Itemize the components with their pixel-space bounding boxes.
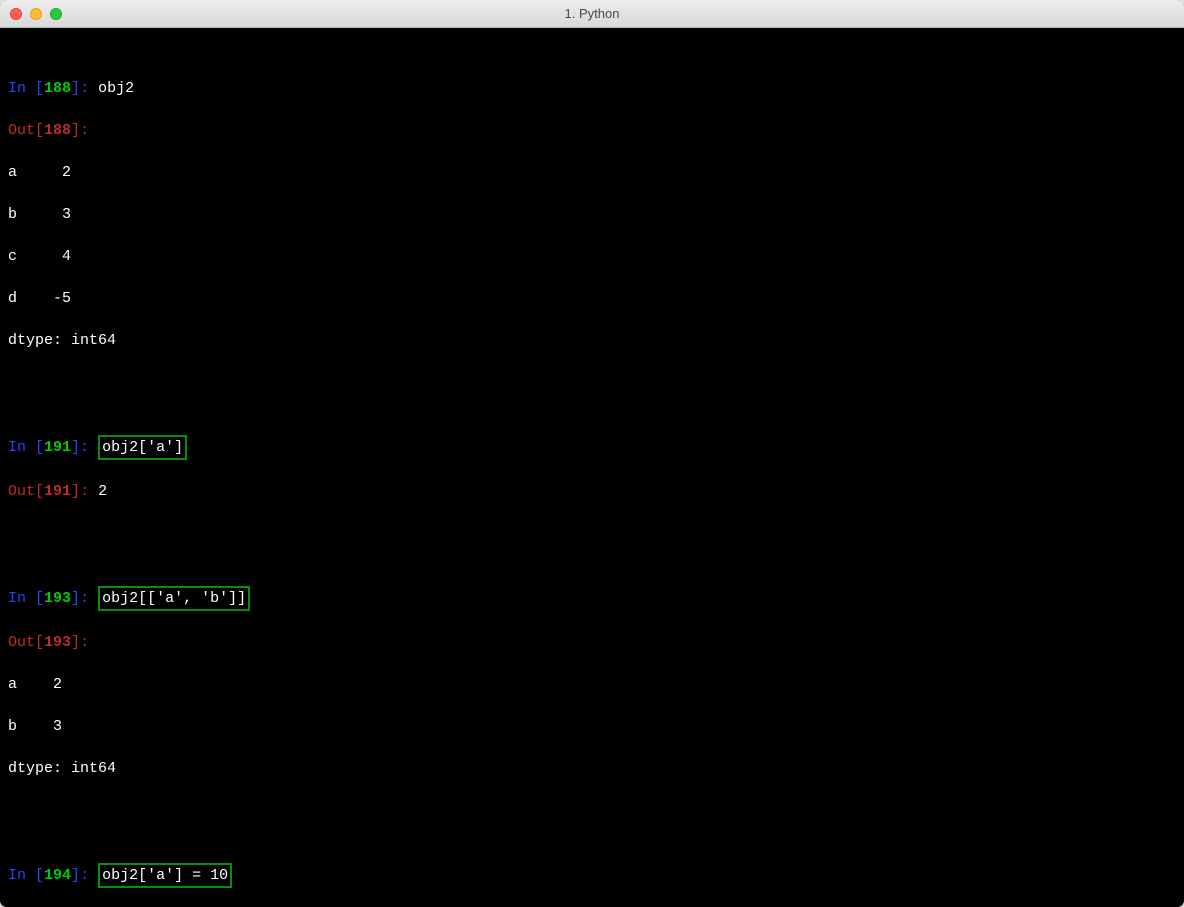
terminal-window: 1. Python In [188]: obj2 Out[188]: a 2 b…	[0, 0, 1184, 907]
output-line: dtype: int64	[8, 758, 1176, 779]
minimize-icon[interactable]	[30, 8, 42, 20]
maximize-icon[interactable]	[50, 8, 62, 20]
cell-in-193: In [193]: obj2[['a', 'b']]	[8, 586, 1176, 611]
highlight-box: obj2['a']	[98, 435, 187, 460]
output-line: b 3	[8, 716, 1176, 737]
output-line: b 3	[8, 204, 1176, 225]
cell-out-193: Out[193]:	[8, 632, 1176, 653]
window-title: 1. Python	[565, 6, 620, 21]
output-line: dtype: int64	[8, 330, 1176, 351]
output-line: a 2	[8, 674, 1176, 695]
cell-in-194: In [194]: obj2['a'] = 10	[8, 863, 1176, 888]
blank	[8, 800, 1176, 821]
blank	[8, 523, 1176, 544]
output-line: c 4	[8, 246, 1176, 267]
output-line: a 2	[8, 162, 1176, 183]
terminal-body[interactable]: In [188]: obj2 Out[188]: a 2 b 3 c 4 d -…	[0, 28, 1184, 907]
cell-out-191: Out[191]: 2	[8, 481, 1176, 502]
highlight-box: obj2[['a', 'b']]	[98, 586, 250, 611]
cell-in-191: In [191]: obj2['a']	[8, 435, 1176, 460]
titlebar[interactable]: 1. Python	[0, 0, 1184, 28]
cell-out-188: Out[188]:	[8, 120, 1176, 141]
highlight-box: obj2['a'] = 10	[98, 863, 232, 888]
traffic-lights	[10, 8, 62, 20]
cell-in-188: In [188]: obj2	[8, 78, 1176, 99]
blank	[8, 372, 1176, 393]
output-line: d -5	[8, 288, 1176, 309]
close-icon[interactable]	[10, 8, 22, 20]
